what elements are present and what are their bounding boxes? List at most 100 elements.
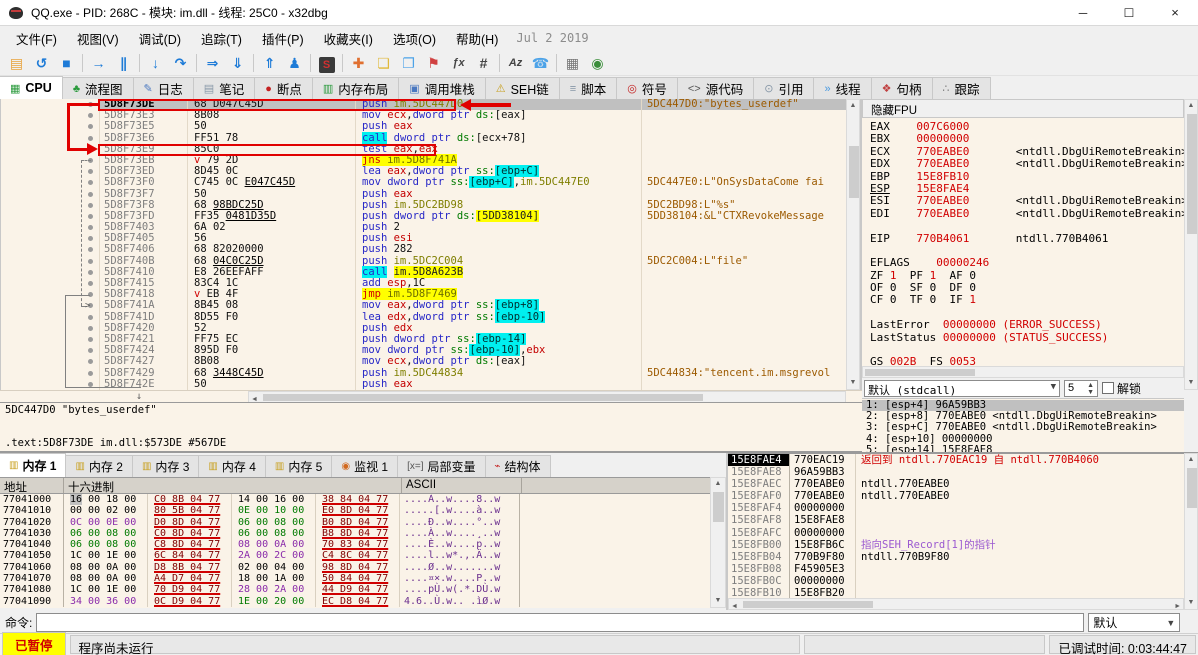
scroll-thumb[interactable] bbox=[865, 369, 975, 376]
tab-dump-1[interactable]: ▥ 内存 1 bbox=[0, 453, 67, 477]
tab-source[interactable]: <> 源代码 bbox=[676, 77, 755, 99]
stack-row[interactable]: 15E8FB04 770B9F80 ntdll.770B9F80 bbox=[728, 550, 1184, 563]
register-row[interactable]: EDI 770EABE0 <ntdll.DbgUiRemoteBreakin> bbox=[870, 207, 1184, 220]
scroll-down-arrow[interactable]: ▼ bbox=[1185, 597, 1197, 609]
fx-icon[interactable]: ƒx bbox=[446, 52, 471, 74]
patches-icon[interactable]: ✚ bbox=[346, 52, 371, 74]
breakpoint-dot[interactable] bbox=[88, 225, 93, 231]
breakpoint-dot[interactable] bbox=[88, 325, 93, 331]
disasm-row[interactable]: 5D8F73F0 C745 0C E047C45D mov dword ptr ss… bbox=[1, 176, 846, 189]
breakpoint-dot[interactable] bbox=[88, 247, 93, 253]
dump-row[interactable]: 77041020 0C 00 0E 00 D0 8D 04 77 06 00 08 0… bbox=[0, 516, 710, 528]
register-row[interactable]: CF 0 TF 0 IF 1 bbox=[870, 294, 1184, 306]
stack-row[interactable]: 15E8FAF0 770EABE0 ntdll.770EABE0 bbox=[728, 490, 1184, 503]
menu-item-0[interactable]: 文件(F) bbox=[6, 30, 67, 50]
dump-row[interactable]: 77041060 08 00 0A 00 D8 8B 04 77 02 00 04 0… bbox=[0, 561, 710, 574]
breakpoint-dot[interactable] bbox=[88, 314, 93, 320]
menu-item-6[interactable]: 选项(O) bbox=[383, 30, 446, 50]
stack-row[interactable]: 15E8FAE8 96A59BB3 bbox=[728, 466, 1184, 479]
argument-row[interactable]: 3: [esp+C] 770EABE0 <ntdll.DbgUiRemoteBr… bbox=[862, 422, 1184, 433]
open-file-icon[interactable]: ▤ bbox=[4, 52, 29, 74]
close-button[interactable]: × bbox=[1152, 0, 1198, 26]
calculator-icon[interactable]: ▦ bbox=[560, 52, 585, 74]
globe-icon[interactable]: ◉ bbox=[585, 52, 610, 74]
stack-row[interactable]: 15E8FB10 15E8FB20 bbox=[728, 587, 1184, 598]
tab-call-stack[interactable]: ▣ 调用堆栈 bbox=[398, 77, 486, 99]
tab-dump-3[interactable]: ▥ 内存 3 bbox=[131, 455, 200, 477]
breakpoint-dot[interactable] bbox=[88, 281, 93, 286]
register-row[interactable]: LastStatus 00000000 (STATUS_SUCCESS) bbox=[870, 331, 1184, 344]
tab-dump-4[interactable]: ▥ 内存 4 bbox=[198, 455, 266, 477]
breakpoint-dot[interactable] bbox=[88, 359, 93, 365]
tab-script[interactable]: ≡ 脚本 bbox=[558, 77, 618, 99]
stack-row[interactable]: 15E8FB0C 00000000 bbox=[728, 574, 1184, 588]
breakpoint-dot[interactable] bbox=[88, 370, 93, 376]
dump-row[interactable]: 77041030 06 00 08 00 C0 8D 04 77 06 00 08 0… bbox=[0, 527, 710, 540]
scroll-up-arrow[interactable]: ▲ bbox=[1185, 100, 1197, 112]
hide-fpu-button[interactable]: 隐藏FPU bbox=[862, 99, 1184, 118]
scroll-up-arrow[interactable]: ▲ bbox=[711, 478, 725, 490]
tab-locals[interactable]: [x=] 局部变量 bbox=[397, 455, 486, 477]
tab-cpu[interactable]: ▦ CPU bbox=[0, 76, 63, 99]
register-row[interactable]: GS 002B FS 0053 bbox=[870, 356, 1184, 366]
tab-dump-2[interactable]: ▥ 内存 2 bbox=[65, 455, 133, 477]
dump-row[interactable]: 77041090 34 00 36 00 0C D9 04 77 1E 00 20 0… bbox=[0, 595, 710, 607]
menu-item-5[interactable]: 收藏夹(I) bbox=[314, 30, 383, 50]
register-row[interactable]: EIP 770B4061 ntdll.770B4061 bbox=[870, 232, 1184, 245]
breakpoint-dot[interactable] bbox=[88, 336, 93, 342]
memory-dump-panel[interactable]: 77041000 16 00 18 00 C0 8B 04 77 14 00 16 0… bbox=[0, 494, 710, 608]
scroll-up-arrow[interactable]: ▲ bbox=[1185, 454, 1197, 466]
menu-item-3[interactable]: 追踪(T) bbox=[191, 30, 252, 50]
scroll-thumb[interactable] bbox=[263, 394, 703, 401]
tab-symbols[interactable]: ◎ 符号 bbox=[616, 77, 678, 99]
command-syntax-select[interactable]: 默认 ▼ bbox=[1088, 613, 1181, 632]
labels-icon[interactable]: ❐ bbox=[396, 52, 421, 74]
az-icon[interactable]: Az bbox=[503, 52, 528, 74]
stack-row[interactable]: 15E8FB00 15E8FB6C 指向SEH_Record[1]的指针 bbox=[728, 538, 1184, 551]
stack-panel[interactable]: 15E8FAE4 770EAC19 返回到 ntdll.770EAC19 自 ntd… bbox=[728, 453, 1184, 598]
scroll-down-arrow[interactable]: ▼ bbox=[1185, 377, 1197, 389]
pause-icon[interactable]: ∥ bbox=[111, 52, 136, 74]
breakpoint-dot[interactable] bbox=[88, 169, 93, 175]
tab-memory-map[interactable]: ▥ 内存布局 bbox=[311, 77, 400, 99]
disassembly-panel[interactable]: 5D8F73DE 68 D047C45D push im.5DC447D0 5DC44… bbox=[0, 99, 846, 390]
tab-graph[interactable]: ♣ 流程图 bbox=[61, 77, 134, 99]
step-out-icon[interactable]: ⇓ bbox=[225, 52, 250, 74]
arguments-panel[interactable]: 1: [esp+4] 96A59BB3 2: [esp+8] 770EABE0 <… bbox=[862, 398, 1184, 455]
tab-dump-5[interactable]: ▥ 内存 5 bbox=[264, 455, 333, 477]
unlock-checkbox[interactable] bbox=[1102, 382, 1114, 394]
arg-count-stepper[interactable]: 5 ▲ ▼ bbox=[1064, 379, 1098, 397]
tab-handles[interactable]: ❖ 句柄 bbox=[870, 77, 933, 99]
tab-seh[interactable]: ⚠ SEH链 bbox=[484, 77, 560, 99]
scroll-thumb[interactable] bbox=[1187, 114, 1197, 234]
step-over-icon[interactable]: ↷ bbox=[168, 52, 193, 74]
modem-icon[interactable]: ☎ bbox=[528, 52, 553, 74]
scroll-down-arrow[interactable]: ▼ bbox=[847, 377, 859, 389]
stack-row[interactable]: 15E8FAFC 00000000 bbox=[728, 526, 1184, 539]
breakpoint-dot[interactable] bbox=[88, 180, 93, 186]
execute-till-return-icon[interactable]: ⇑ bbox=[257, 52, 282, 74]
tab-watch-1[interactable]: ◉ 监视 1 bbox=[331, 455, 399, 477]
stack-row[interactable]: 15E8FAF4 00000000 bbox=[728, 502, 1184, 515]
bookmarks-icon[interactable]: ⚑ bbox=[421, 52, 446, 74]
menu-item-2[interactable]: 调试(D) bbox=[129, 30, 191, 50]
stack-row[interactable]: 15E8FAF8 15E8FAE8 bbox=[728, 514, 1184, 527]
calling-convention-select[interactable]: 默认 (stdcall) ▼ bbox=[864, 379, 1060, 397]
breakpoint-dot[interactable] bbox=[88, 269, 93, 275]
disasm-row[interactable]: 5D8F742E 50 push eax bbox=[1, 378, 846, 390]
breakpoint-dot[interactable] bbox=[88, 124, 93, 130]
scroll-thumb[interactable] bbox=[849, 146, 859, 198]
tab-struct[interactable]: ⌁ 结构体 bbox=[484, 455, 551, 477]
command-input[interactable] bbox=[36, 613, 1085, 632]
breakpoint-dot[interactable] bbox=[88, 348, 93, 354]
tab-log[interactable]: ✎ 日志 bbox=[132, 77, 194, 99]
run-icon[interactable]: → bbox=[86, 52, 111, 74]
restart-icon[interactable]: ↺ bbox=[29, 52, 54, 74]
breakpoint-dot[interactable] bbox=[88, 191, 93, 197]
step-into-icon[interactable]: ↓ bbox=[143, 52, 168, 74]
menu-item-4[interactable]: 插件(P) bbox=[252, 30, 314, 50]
run-to-user-icon[interactable]: ♟ bbox=[282, 52, 307, 74]
breakpoint-dot[interactable] bbox=[88, 202, 93, 208]
dump-row[interactable]: 77041050 1C 00 1E 00 6C 84 04 77 2A 00 2C 0… bbox=[0, 550, 710, 562]
unlock-checkbox-group[interactable]: 解锁 bbox=[1102, 380, 1141, 397]
